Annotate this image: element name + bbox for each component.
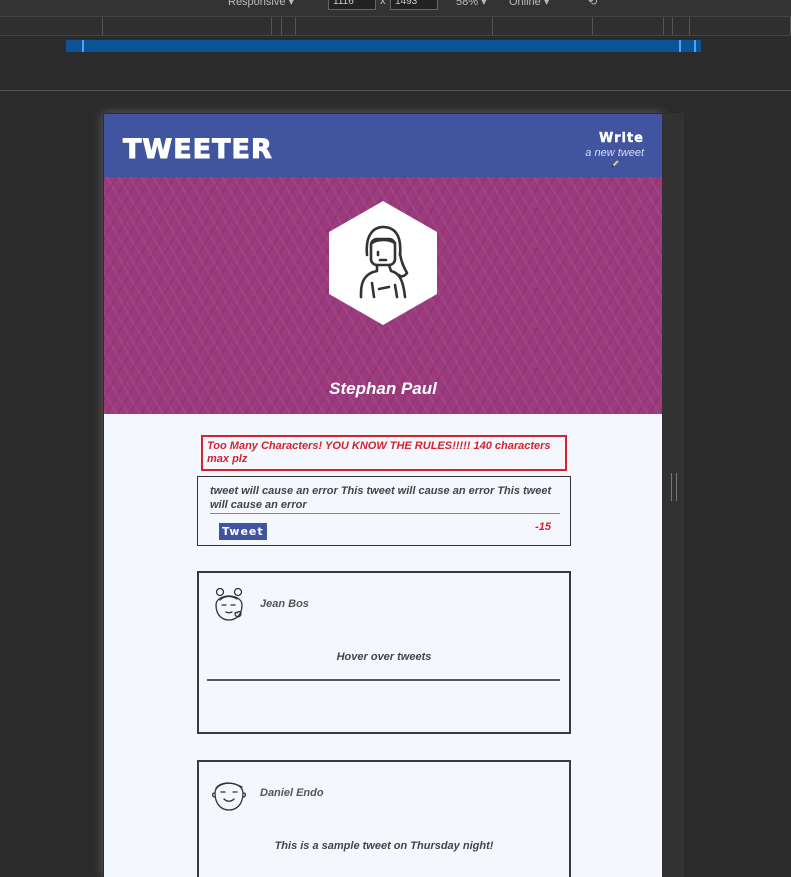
dimension-separator: x [380, 0, 386, 7]
device-label: Responsive [228, 0, 286, 8]
tweet-text: Hover over tweets [336, 651, 432, 663]
write-label: Write [598, 131, 644, 146]
tweet-card[interactable]: Daniel Endo This is a sample tweet on Th… [197, 760, 571, 877]
media-marker [694, 40, 696, 52]
devtools-device-toolbar: Responsive ▾ 1116 x 1493 58% ▾ Online ▾ … [0, 0, 791, 16]
user-avatar-icon [329, 201, 437, 325]
media-marker [679, 40, 681, 52]
write-subtitle: a new tweet [585, 147, 644, 159]
ruler-segment[interactable] [664, 17, 673, 35]
tweet-button[interactable]: Tweet [219, 523, 267, 540]
ruler-segment[interactable] [593, 17, 664, 35]
error-message: Too Many Characters! YOU KNOW THE RULES!… [201, 435, 567, 471]
height-input[interactable]: 1493 [390, 0, 438, 10]
tweet-divider [207, 679, 560, 681]
zoom-label: 58% [456, 0, 479, 8]
device-select[interactable]: Responsive ▾ [228, 0, 294, 8]
app-logo[interactable]: Tweeter [123, 134, 273, 166]
zoom-select[interactable]: 58% ▾ [456, 0, 487, 8]
tweet-author: Daniel Endo [260, 787, 324, 799]
ruler-segment[interactable] [103, 17, 272, 35]
ruler-segment[interactable] [673, 17, 690, 35]
ruler-segment[interactable] [282, 17, 296, 35]
ruler-segment[interactable] [0, 17, 103, 35]
character-counter: -15 [535, 521, 551, 533]
tweet-author: Jean Bos [260, 598, 309, 610]
resize-handle-right[interactable] [671, 473, 677, 501]
write-tweet-button[interactable]: Write a new tweet [585, 131, 644, 168]
throttle-select[interactable]: Online ▾ [509, 0, 549, 8]
rotate-icon[interactable]: ⟲ [588, 0, 597, 8]
media-marker [82, 40, 84, 52]
boy-avatar-icon [211, 782, 247, 811]
devtools-divider [0, 90, 791, 91]
media-query-ruler [0, 16, 791, 36]
tweet-text: This is a sample tweet on Thursday night… [274, 840, 494, 852]
tweet-composer: tweet will cause an error This tweet wil… [197, 476, 571, 546]
tweet-textarea[interactable]: tweet will cause an error This tweet wil… [210, 484, 560, 514]
pencil-icon [611, 160, 619, 168]
throttle-label: Online [509, 0, 541, 8]
tweet-card[interactable]: Jean Bos Hover over tweets [197, 571, 571, 734]
ruler-segment[interactable] [690, 17, 791, 35]
media-query-bar[interactable] [66, 40, 701, 52]
width-input[interactable]: 1116 [328, 0, 376, 10]
profile-name: Stephan Paul [329, 379, 437, 398]
ruler-segment[interactable] [272, 17, 282, 35]
ruler-segment[interactable] [493, 17, 593, 35]
app-header: Tweeter Write a new tweet [104, 114, 662, 177]
ruler-segment[interactable] [296, 17, 493, 35]
app-page: Tweeter Write a new tweet [104, 114, 662, 877]
girl-avatar-icon [215, 587, 243, 621]
profile-banner: Stephan Paul [104, 177, 662, 414]
